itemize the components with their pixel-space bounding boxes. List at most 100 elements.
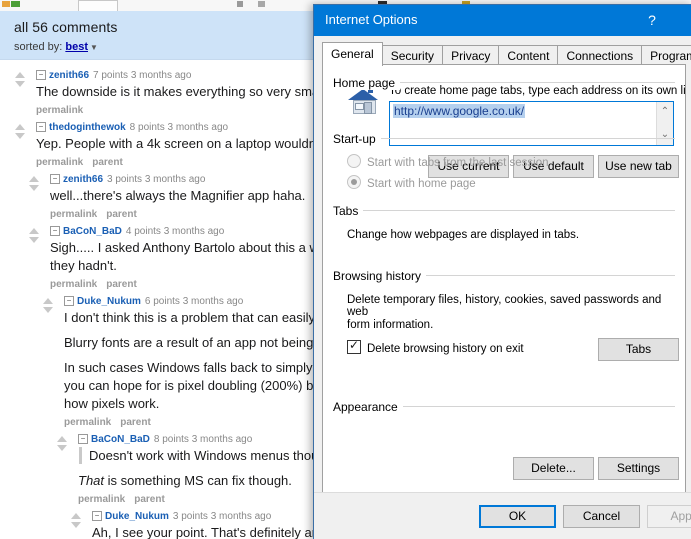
sort-value[interactable]: best — [65, 41, 88, 53]
comment-score: 7 points 3 months ago — [93, 70, 192, 81]
tab-privacy[interactable]: Privacy — [442, 45, 500, 66]
group-rule-tabs — [333, 210, 675, 211]
comment-author[interactable]: BaCoN_BaD — [91, 434, 150, 445]
chrome-blob-d — [258, 1, 265, 7]
comment-author[interactable]: zenith66 — [49, 70, 89, 81]
comment-score: 4 points 3 months ago — [125, 226, 225, 237]
tab-connections[interactable]: Connections — [557, 45, 643, 66]
dialog-body: General Security Privacy Content Connections… — [314, 36, 691, 539]
browser-tab-remnant[interactable] — [78, 0, 118, 11]
chrome-blob-a — [2, 1, 10, 7]
chevron-up-icon[interactable]: ⌃ — [657, 104, 673, 120]
upvote-arrow-icon[interactable] — [57, 436, 67, 442]
appearance-legend: Appearance — [333, 400, 403, 414]
comment-link-permalink[interactable]: permalink — [50, 209, 97, 220]
comment-link-permalink[interactable]: permalink — [64, 417, 111, 428]
comment-author[interactable]: Duke_Nukum — [77, 296, 141, 307]
comment-link-parent[interactable]: parent — [120, 417, 151, 428]
tabs-button[interactable]: Tabs — [598, 338, 679, 361]
downvote-arrow-icon[interactable] — [57, 445, 67, 451]
upvote-arrow-icon[interactable] — [29, 228, 39, 234]
tab-programs[interactable]: Programs — [641, 45, 691, 66]
group-rule-startup — [333, 138, 675, 139]
browsing-history-description-line1: Delete temporary files, history, cookies… — [347, 294, 662, 318]
radio-icon-last-session[interactable] — [347, 154, 361, 168]
radio-start-last-session[interactable]: Start with tabs from the last session — [347, 154, 685, 169]
comment-link-parent[interactable]: parent — [134, 494, 165, 505]
chrome-blob-c — [237, 1, 243, 7]
collapse-toggle-icon[interactable]: − — [78, 434, 88, 445]
dialog-titlebar[interactable]: Internet Options ? — [314, 5, 691, 36]
radio-icon-home-page[interactable] — [347, 175, 361, 189]
appearance-group: Appearance — [333, 398, 685, 416]
screen-root: all 56 comments sorted by: best ▼ − zenith… — [0, 0, 691, 539]
comment-link-parent[interactable]: parent — [106, 279, 137, 290]
collapse-toggle-icon[interactable]: − — [36, 122, 46, 133]
comment-author[interactable]: zenith66 — [63, 174, 103, 185]
browsing-history-description-line2: form information. — [347, 319, 434, 331]
tab-general[interactable]: General — [322, 42, 383, 66]
collapse-toggle-icon[interactable]: − — [50, 226, 60, 237]
sort-label: sorted by: — [14, 41, 63, 53]
vote-controls[interactable] — [56, 436, 68, 451]
comment-link-parent[interactable]: parent — [106, 209, 137, 220]
comment-score: 3 points 3 months ago — [172, 511, 272, 522]
comment-author[interactable]: BaCoN_BaD — [63, 226, 122, 237]
upvote-arrow-icon[interactable] — [43, 298, 53, 304]
chevron-down-icon: ▼ — [90, 43, 98, 52]
vote-controls[interactable] — [28, 228, 40, 243]
radio-start-home-page[interactable]: Start with home page — [347, 175, 685, 190]
cancel-button[interactable]: Cancel — [563, 505, 640, 528]
upvote-arrow-icon[interactable] — [71, 513, 81, 519]
dialog-tabstrip: General Security Privacy Content Connections… — [322, 42, 691, 66]
comment-link-permalink[interactable]: permalink — [50, 279, 97, 290]
comment-link-permalink[interactable]: permalink — [36, 105, 83, 116]
comment-score: 3 points 3 months ago — [107, 174, 206, 185]
browsing-history-group: Browsing history — [333, 267, 685, 285]
startup-legend: Start-up — [333, 132, 381, 146]
collapse-toggle-icon[interactable]: − — [92, 511, 102, 522]
dialog-title: Internet Options — [325, 12, 418, 27]
radio-label-last-session: Start with tabs from the last session — [367, 157, 549, 169]
startup-group: Start-up — [333, 130, 685, 148]
upvote-arrow-icon[interactable] — [15, 124, 25, 130]
downvote-arrow-icon[interactable] — [29, 237, 39, 243]
tab-content[interactable]: Content — [498, 45, 559, 66]
question-mark-icon[interactable]: ? — [640, 9, 664, 31]
comment-link-parent[interactable]: parent — [92, 157, 123, 168]
tab-security[interactable]: Security — [381, 45, 444, 66]
home-page-url-value[interactable]: http://www.google.co.uk/ — [393, 104, 526, 118]
upvote-arrow-icon[interactable] — [15, 72, 25, 78]
comment-author[interactable]: thedoginthewok — [49, 122, 126, 133]
ok-button[interactable]: OK — [479, 505, 556, 528]
comment-link-permalink[interactable]: permalink — [36, 157, 83, 168]
home-page-description: To create home page tabs, type each addr… — [389, 85, 686, 97]
comment-link-permalink[interactable]: permalink — [78, 494, 125, 505]
vote-controls[interactable] — [28, 176, 40, 191]
tabs-legend: Tabs — [333, 204, 364, 218]
downvote-arrow-icon[interactable] — [15, 81, 25, 87]
vote-controls[interactable] — [42, 298, 54, 313]
upvote-arrow-icon[interactable] — [29, 176, 39, 182]
comment-author[interactable]: Duke_Nukum — [105, 511, 169, 522]
tabs-description: Change how webpages are displayed in tab… — [347, 229, 580, 241]
downvote-arrow-icon[interactable] — [15, 133, 25, 139]
delete-button[interactable]: Delete... — [513, 457, 594, 480]
tabs-group: Tabs — [333, 202, 685, 220]
downvote-arrow-icon[interactable] — [29, 185, 39, 191]
collapse-toggle-icon[interactable]: − — [64, 296, 74, 307]
checkbox-icon-delete-on-exit[interactable] — [347, 338, 361, 354]
browsing-history-legend: Browsing history — [333, 269, 427, 283]
vote-controls[interactable] — [14, 124, 26, 139]
vote-controls[interactable] — [14, 72, 26, 87]
settings-button[interactable]: Settings — [598, 457, 679, 480]
emphasis-text: That — [78, 473, 105, 488]
vote-controls[interactable] — [70, 513, 82, 528]
downvote-arrow-icon[interactable] — [43, 307, 53, 313]
collapse-toggle-icon[interactable]: − — [36, 70, 46, 81]
dialog-footer: OK Cancel Apply — [314, 492, 691, 539]
collapse-toggle-icon[interactable]: − — [50, 174, 60, 185]
downvote-arrow-icon[interactable] — [71, 522, 81, 528]
apply-button: Apply — [647, 505, 691, 528]
comment-score: 8 points 3 months ago — [129, 122, 229, 133]
